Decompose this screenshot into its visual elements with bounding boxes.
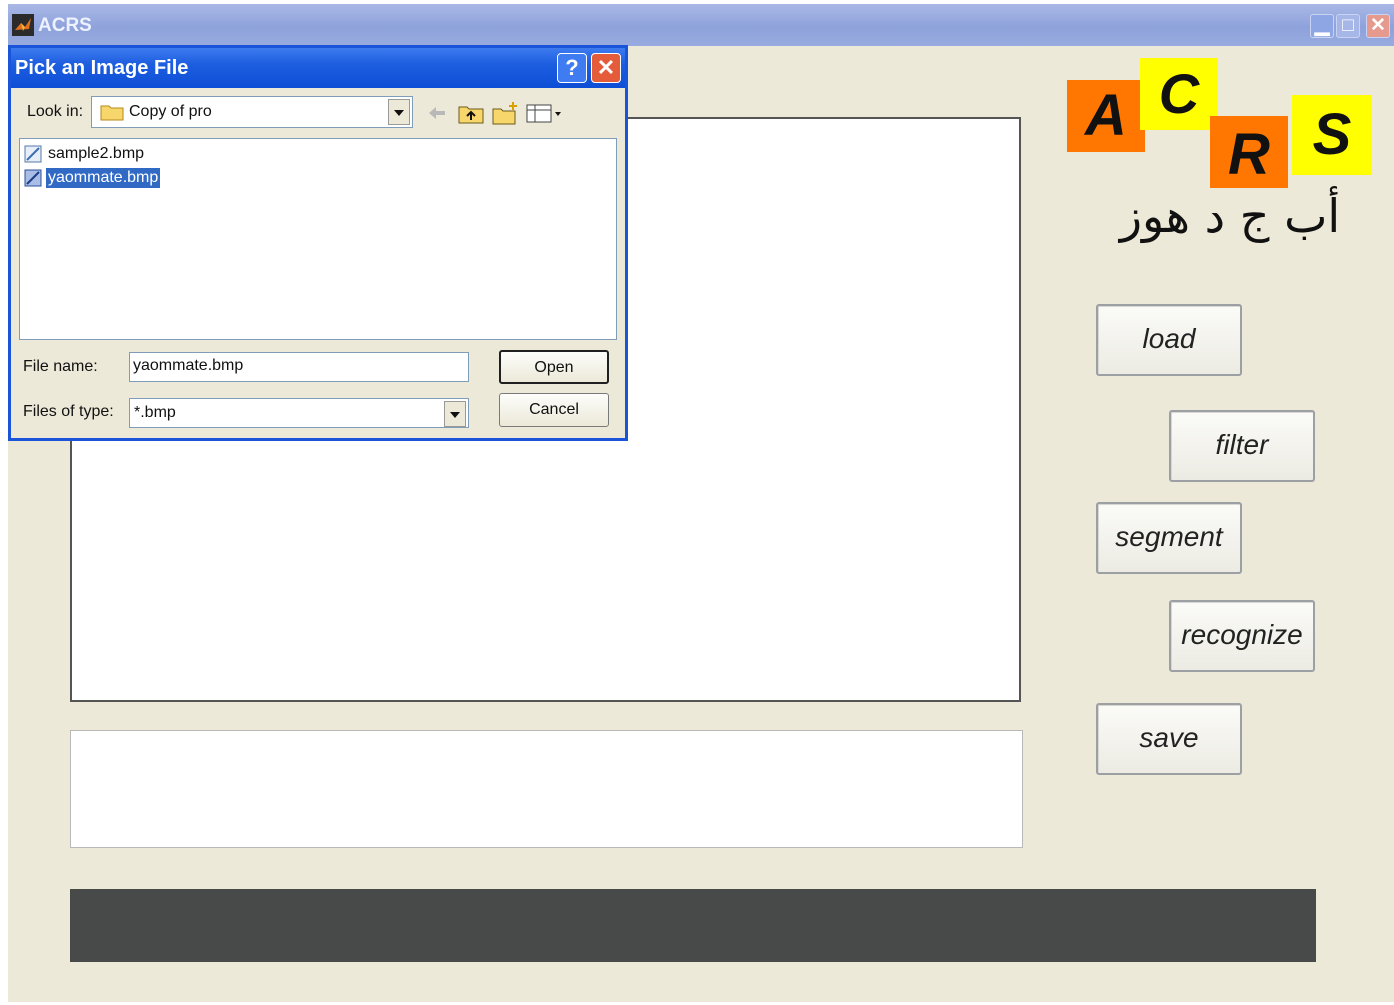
logo-letter-s: S <box>1292 95 1372 175</box>
logo-arabic-text: أب ج د هوز <box>1119 189 1341 243</box>
file-open-dialog: Pick an Image File ? ✕ Look in: Copy of … <box>8 45 628 441</box>
bitmap-file-icon <box>24 169 42 187</box>
look-in-dropdown[interactable]: Copy of pro <box>91 96 413 128</box>
minimize-button[interactable]: ▁ <box>1310 14 1334 38</box>
up-folder-icon[interactable] <box>457 100 485 126</box>
minimize-icon: ▁ <box>1314 15 1330 36</box>
load-button[interactable]: load <box>1096 304 1242 376</box>
cancel-button[interactable]: Cancel <box>499 393 609 427</box>
back-arrow-icon[interactable] <box>425 100 449 126</box>
segment-button[interactable]: segment <box>1096 502 1242 574</box>
recognize-button[interactable]: recognize <box>1169 600 1315 672</box>
save-button[interactable]: save <box>1096 703 1242 775</box>
view-menu-icon[interactable] <box>525 100 565 126</box>
look-in-label: Look in: <box>27 103 84 120</box>
file-type-value: *.bmp <box>134 404 176 421</box>
file-name: yaommate.bmp <box>46 168 161 188</box>
file-list[interactable]: sample2.bmp yaommate.bmp <box>19 138 617 340</box>
close-button[interactable]: ✕ <box>1366 14 1390 38</box>
help-button[interactable]: ? <box>557 53 587 83</box>
status-bar <box>70 889 1316 962</box>
maximize-button[interactable]: □ <box>1336 14 1360 38</box>
folder-icon <box>100 105 124 121</box>
file-name-input[interactable]: yaommate.bmp <box>129 352 469 382</box>
logo-letter-a: A <box>1067 80 1145 152</box>
open-button[interactable]: Open <box>499 350 609 384</box>
chevron-down-icon[interactable] <box>444 401 466 427</box>
maximize-icon: □ <box>1342 15 1354 36</box>
new-folder-icon[interactable] <box>491 100 519 126</box>
filter-button[interactable]: filter <box>1169 410 1315 482</box>
dialog-close-button[interactable]: ✕ <box>591 53 621 83</box>
file-type-dropdown[interactable]: *.bmp <box>129 398 469 428</box>
window-title: ACRS <box>38 15 92 36</box>
close-icon: ✕ <box>1370 15 1386 36</box>
logo-letter-c: C <box>1140 58 1218 130</box>
look-in-value: Copy of pro <box>129 103 212 120</box>
file-name-label: File name: <box>23 358 98 375</box>
result-text-box[interactable] <box>70 730 1023 848</box>
logo-letter-r: R <box>1210 116 1288 188</box>
bitmap-file-icon <box>24 145 42 163</box>
matlab-icon <box>12 14 34 36</box>
dialog-title: Pick an Image File <box>15 57 189 79</box>
file-type-label: Files of type: <box>23 403 114 420</box>
chevron-down-icon[interactable] <box>388 99 410 125</box>
main-titlebar[interactable]: ACRS ▁ □ ✕ <box>8 4 1394 46</box>
dialog-titlebar[interactable]: Pick an Image File ? ✕ <box>11 48 625 88</box>
file-name: sample2.bmp <box>48 145 145 162</box>
